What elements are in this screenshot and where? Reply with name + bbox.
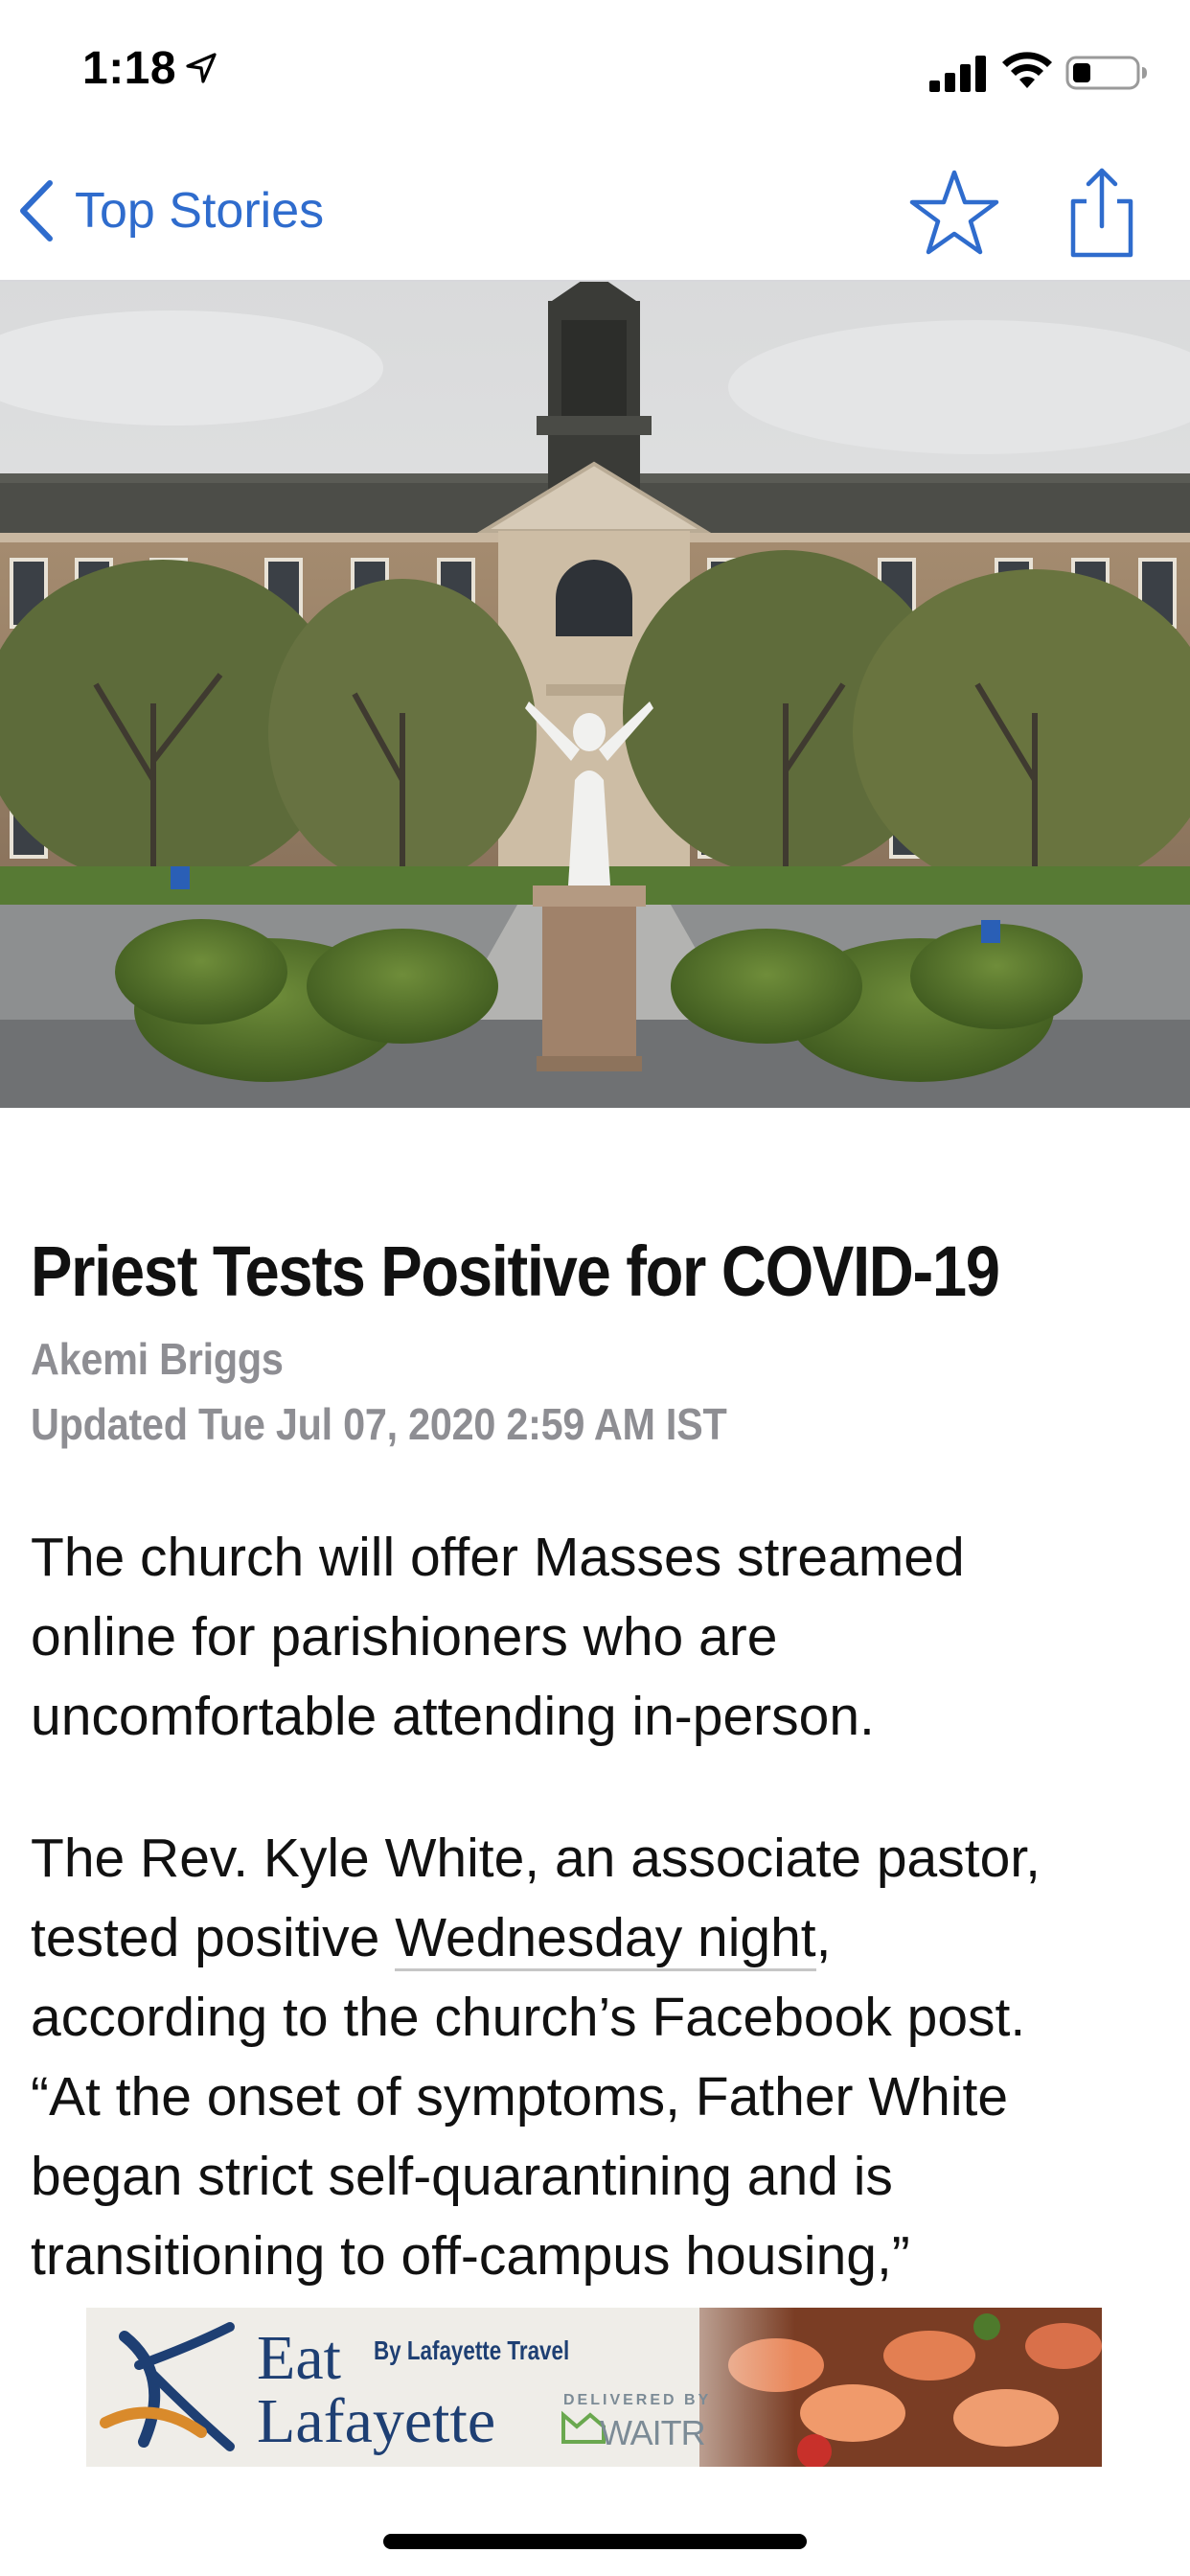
- paragraph-line: began strict self-quarantining and is: [31, 2146, 893, 2207]
- navigation-bar: Top Stories: [0, 144, 1190, 282]
- status-bar: 1:18: [0, 0, 1190, 144]
- paragraph-line: tested positive Wednesday night,: [31, 1898, 1171, 1978]
- article-updated-timestamp: Updated Tue Jul 07, 2020 2:59 AM IST: [31, 1399, 727, 1449]
- paragraph-line: uncomfortable attending in-person.: [31, 1686, 875, 1747]
- ad-banner[interactable]: Eat By Lafayette Travel Lafayette DELIVE…: [86, 2308, 1102, 2467]
- ad-delivered-by: DELIVERED BY: [563, 2392, 712, 2408]
- paragraph-line: The Rev. Kyle White, an associate pastor…: [31, 1828, 1041, 1889]
- paragraph-text: tested positive: [31, 1907, 396, 1968]
- back-button[interactable]: Top Stories: [15, 171, 324, 251]
- cellular-signal-icon: [929, 56, 986, 92]
- ad-artwork: [100, 2308, 1102, 2467]
- chevron-left-icon: [20, 180, 53, 242]
- battery-icon: [1065, 56, 1147, 90]
- hero-image: [0, 282, 1190, 1108]
- article-paragraph: The church will offer Masses streamed on…: [31, 1518, 1171, 1757]
- paragraph-line: The church will offer Masses streamed: [31, 1527, 965, 1588]
- ad-by-line: By Lafayette Travel: [374, 2335, 570, 2365]
- home-indicator[interactable]: [383, 2534, 807, 2549]
- paragraph-text: ,: [815, 1907, 832, 1968]
- ad-eat-text: Eat: [257, 2323, 341, 2393]
- location-arrow-icon: [186, 53, 217, 83]
- article-author[interactable]: Akemi Briggs: [31, 1330, 284, 1388]
- paragraph-line: according to the church’s Facebook post.: [31, 1987, 1026, 2048]
- ad-lafayette-text: Lafayette: [257, 2386, 496, 2456]
- article-paragraph: The Rev. Kyle White, an associate pastor…: [31, 1819, 1171, 2296]
- paragraph-line: online for parishioners who are: [31, 1606, 778, 1668]
- share-icon[interactable]: [1064, 165, 1140, 261]
- star-outline-icon[interactable]: [908, 167, 1000, 259]
- article-headline: Priest Tests Positive for COVID-19: [31, 1231, 1000, 1311]
- status-time: 1:18: [82, 43, 177, 94]
- ad-partner-name: WAITR: [600, 2413, 706, 2452]
- paragraph-line: transitioning to off-campus housing,”: [31, 2225, 910, 2287]
- back-button-label: Top Stories: [75, 183, 325, 239]
- paragraph-line: “At the onset of symptoms, Father White: [31, 2066, 1009, 2128]
- wifi-icon: [1002, 52, 1052, 88]
- inline-link-wednesday-night[interactable]: Wednesday night: [395, 1907, 816, 1971]
